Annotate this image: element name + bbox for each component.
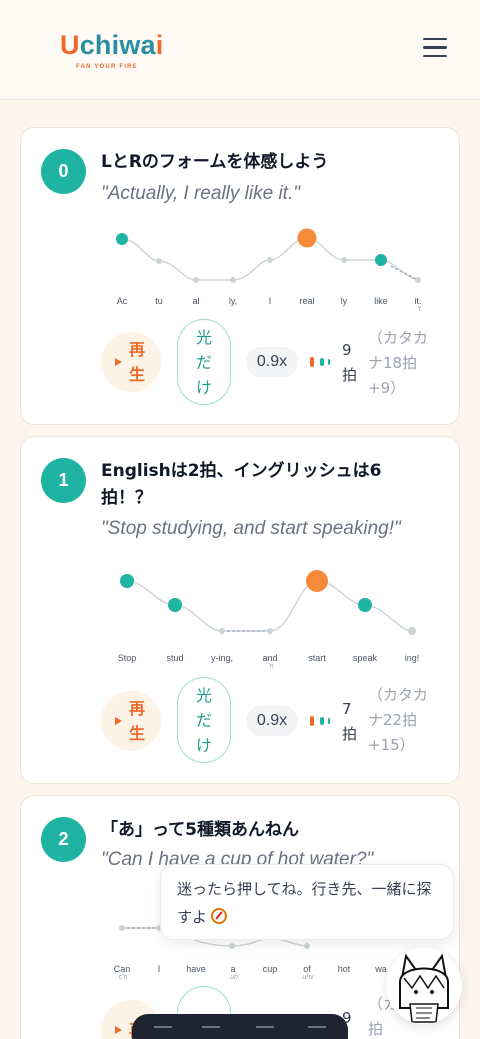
- syllable-label: cup: [262, 964, 278, 974]
- play-button[interactable]: 再生: [101, 332, 161, 392]
- playback-controls: 再生 光だけ 0.9x 9拍 （カタカナ18拍+9）: [21, 318, 461, 408]
- syllable-label: Stop: [117, 653, 137, 663]
- syllable-reduction: 't: [417, 306, 421, 313]
- syllable-reduction: uh: [230, 974, 238, 981]
- beat-dot-minor: [219, 628, 225, 634]
- syllable-label: ly,: [228, 296, 238, 306]
- lesson-number-badge: 2: [41, 817, 86, 862]
- syllable-label: I: [157, 964, 161, 974]
- logo-tagline: FAN YOUR FIRE: [76, 64, 138, 70]
- lesson-number-badge: 0: [41, 149, 86, 194]
- rhythm-curve-svg: [120, 570, 416, 635]
- beat-legend-icon: [310, 356, 330, 368]
- syllable-label: have: [186, 964, 206, 974]
- beat-dot-minor: [408, 627, 416, 635]
- syllable-label: I: [268, 296, 272, 306]
- mascot-cat-girl-icon[interactable]: [386, 948, 462, 1024]
- syllable-label: of: [303, 964, 311, 974]
- beat-legend-icon: [310, 715, 330, 727]
- syllable-label: ly: [340, 296, 348, 306]
- syllable-label: wa: [375, 964, 387, 974]
- beat-dot-minor: [229, 943, 235, 949]
- syllable-label: hot: [337, 964, 351, 974]
- nav-icon[interactable]: [308, 1026, 326, 1036]
- katakana-comparison: （カタカナ18拍+9）: [368, 329, 429, 397]
- guide-tooltip: 迷ったら押してね。行き先、一緒に探すよ: [160, 864, 454, 940]
- play-icon: [115, 358, 122, 366]
- beat-dot-accent: [297, 228, 317, 248]
- beat-dot-minor: [156, 258, 162, 264]
- syllable-label: stud: [166, 653, 184, 663]
- beat-dot-minor: [304, 943, 310, 949]
- syllable-label: Can: [113, 964, 131, 974]
- play-button[interactable]: 再生: [101, 691, 161, 751]
- lesson-title: LとRのフォームを体感しよう: [101, 152, 329, 172]
- beat-dot-minor: [341, 257, 347, 263]
- app-header: Uchiwai FAN YOUR FIRE: [0, 0, 480, 100]
- mascot-illustration: [399, 953, 449, 1023]
- lesson-title: 「あ」って5種類あんねん: [101, 820, 299, 840]
- beat-dot-minor: [119, 925, 125, 931]
- lesson-number-badge: 1: [41, 458, 86, 503]
- play-icon: [115, 1026, 122, 1034]
- bottom-nav-bar[interactable]: [132, 1014, 348, 1039]
- katakana-comparison: （カタカナ22拍+15）: [368, 686, 429, 754]
- beat-dot-minor: [267, 628, 273, 634]
- nav-icon[interactable]: [154, 1026, 172, 1036]
- compass-icon: [211, 908, 228, 924]
- lesson-title: Englishは2拍、イングリッシュは6拍！？: [101, 461, 382, 508]
- syllable-label: like: [374, 296, 388, 306]
- hamburger-menu-icon[interactable]: [423, 38, 447, 58]
- syllable-label: al: [192, 296, 200, 306]
- syllable-label: y-ing,: [210, 653, 234, 663]
- beat-dot-minor: [415, 277, 421, 283]
- beat-dot-minor: [230, 277, 236, 283]
- logo[interactable]: Uchiwai: [60, 30, 163, 61]
- syllable-label: tu: [155, 296, 163, 306]
- beat-dot-strong: [375, 254, 387, 266]
- beat-dot-strong: [120, 574, 134, 588]
- lesson-card-1: 1 Englishは2拍、イングリッシュは6拍！？ "Stop studying…: [20, 436, 460, 784]
- syllable-label: ing!: [404, 653, 420, 663]
- rhythm-curve: Stop stud y-ing, and 'n start speak ing!: [21, 563, 461, 673]
- beat-dot-strong: [358, 598, 372, 612]
- light-only-button[interactable]: 光だけ: [177, 677, 231, 763]
- syllable-reduction: 'n: [268, 663, 274, 670]
- playback-controls: 再生 光だけ 0.9x 7拍 （カタカナ22拍+15）: [21, 677, 461, 767]
- syllable-reduction: uhv: [302, 974, 314, 981]
- nav-icon[interactable]: [256, 1026, 274, 1036]
- syllable-label: start: [308, 653, 326, 663]
- syllable-label: and: [262, 653, 278, 663]
- lesson-quote: "Stop studying, and start speaking!": [101, 518, 401, 539]
- beat-dot-minor: [267, 257, 273, 263]
- play-icon: [115, 717, 122, 725]
- lesson-card-0: 0 LとRのフォームを体感しよう "Actually, I really lik…: [20, 127, 460, 425]
- beat-dot-minor: [193, 277, 199, 283]
- syllable-label: speak: [352, 653, 378, 663]
- light-only-button[interactable]: 光だけ: [177, 319, 231, 405]
- nav-icon[interactable]: [202, 1026, 220, 1036]
- beat-dot-strong: [168, 598, 182, 612]
- syllable-reduction: c'n: [118, 974, 128, 981]
- syllable-label: real: [299, 296, 315, 306]
- rhythm-curve: Ac tu al ly, I real ly like it. 't: [21, 220, 461, 320]
- speed-button[interactable]: 0.9x: [246, 706, 298, 736]
- beat-count: 7拍: [342, 700, 358, 743]
- syllable-label: it.: [414, 296, 422, 306]
- beat-dot-accent: [306, 570, 328, 592]
- syllable-label: Ac: [116, 296, 128, 306]
- beat-count: 9拍: [342, 341, 358, 384]
- beat-dot-strong: [116, 233, 128, 245]
- rhythm-curve-svg: [116, 228, 421, 283]
- syllable-label: a: [230, 964, 236, 974]
- lesson-quote: "Actually, I really like it.": [101, 183, 300, 204]
- speed-button[interactable]: 0.9x: [246, 347, 298, 377]
